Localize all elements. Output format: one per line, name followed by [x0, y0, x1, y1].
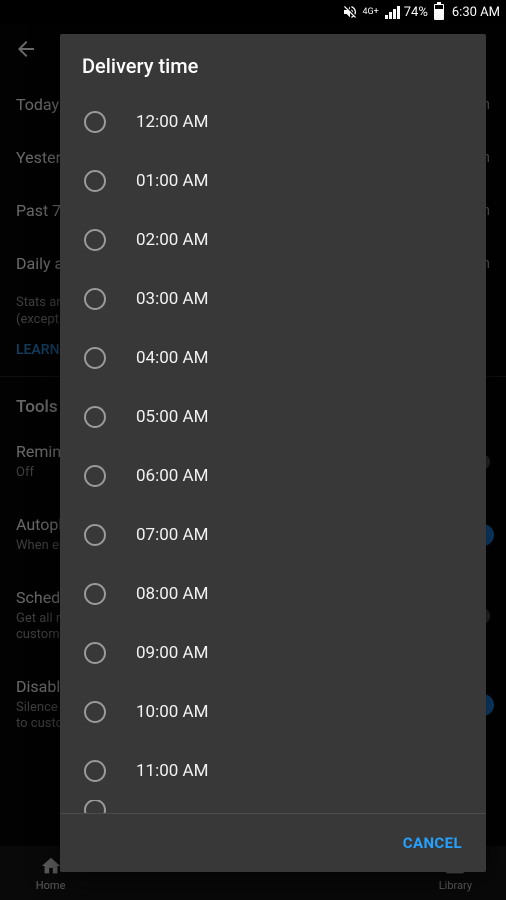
time-option[interactable]: 10:00 AM [70, 682, 486, 741]
time-option[interactable]: 09:00 AM [70, 623, 486, 682]
battery-icon [434, 4, 444, 20]
mute-icon [342, 4, 358, 20]
time-option[interactable]: 05:00 AM [70, 387, 486, 446]
radio-icon [84, 583, 106, 605]
time-option[interactable]: 04:00 AM [70, 328, 486, 387]
dialog-actions: CANCEL [60, 814, 486, 872]
signal-icon [385, 6, 400, 19]
time-option[interactable]: 08:00 AM [70, 564, 486, 623]
radio-icon [84, 170, 106, 192]
radio-icon [84, 288, 106, 310]
radio-icon [84, 111, 106, 133]
battery-pct: 74% [404, 5, 428, 20]
time-option[interactable]: 06:00 AM [70, 446, 486, 505]
radio-icon [84, 760, 106, 782]
time-option[interactable]: 11:00 AM [70, 741, 486, 800]
radio-icon [84, 524, 106, 546]
radio-icon [84, 347, 106, 369]
radio-icon [84, 642, 106, 664]
time-option[interactable]: 07:00 AM [70, 505, 486, 564]
radio-icon [84, 800, 106, 813]
delivery-time-dialog: Delivery time 12:00 AM 01:00 AM 02:00 AM… [60, 34, 486, 872]
time-option[interactable]: 02:00 AM [70, 210, 486, 269]
time-option[interactable]: 12:00 AM [70, 92, 486, 151]
time-option[interactable]: 01:00 AM [70, 151, 486, 210]
status-bar: 4G+ 74% 6:30 AM [0, 0, 506, 24]
cancel-button[interactable]: CANCEL [393, 826, 472, 860]
time-option[interactable] [70, 800, 486, 813]
time-option[interactable]: 03:00 AM [70, 269, 486, 328]
dialog-title: Delivery time [60, 34, 486, 92]
status-time: 6:30 AM [452, 5, 500, 20]
radio-icon [84, 229, 106, 251]
dialog-option-list[interactable]: 12:00 AM 01:00 AM 02:00 AM 03:00 AM 04:0… [60, 92, 486, 813]
radio-icon [84, 701, 106, 723]
network-type: 4G+ [362, 8, 378, 16]
radio-icon [84, 465, 106, 487]
radio-icon [84, 406, 106, 428]
